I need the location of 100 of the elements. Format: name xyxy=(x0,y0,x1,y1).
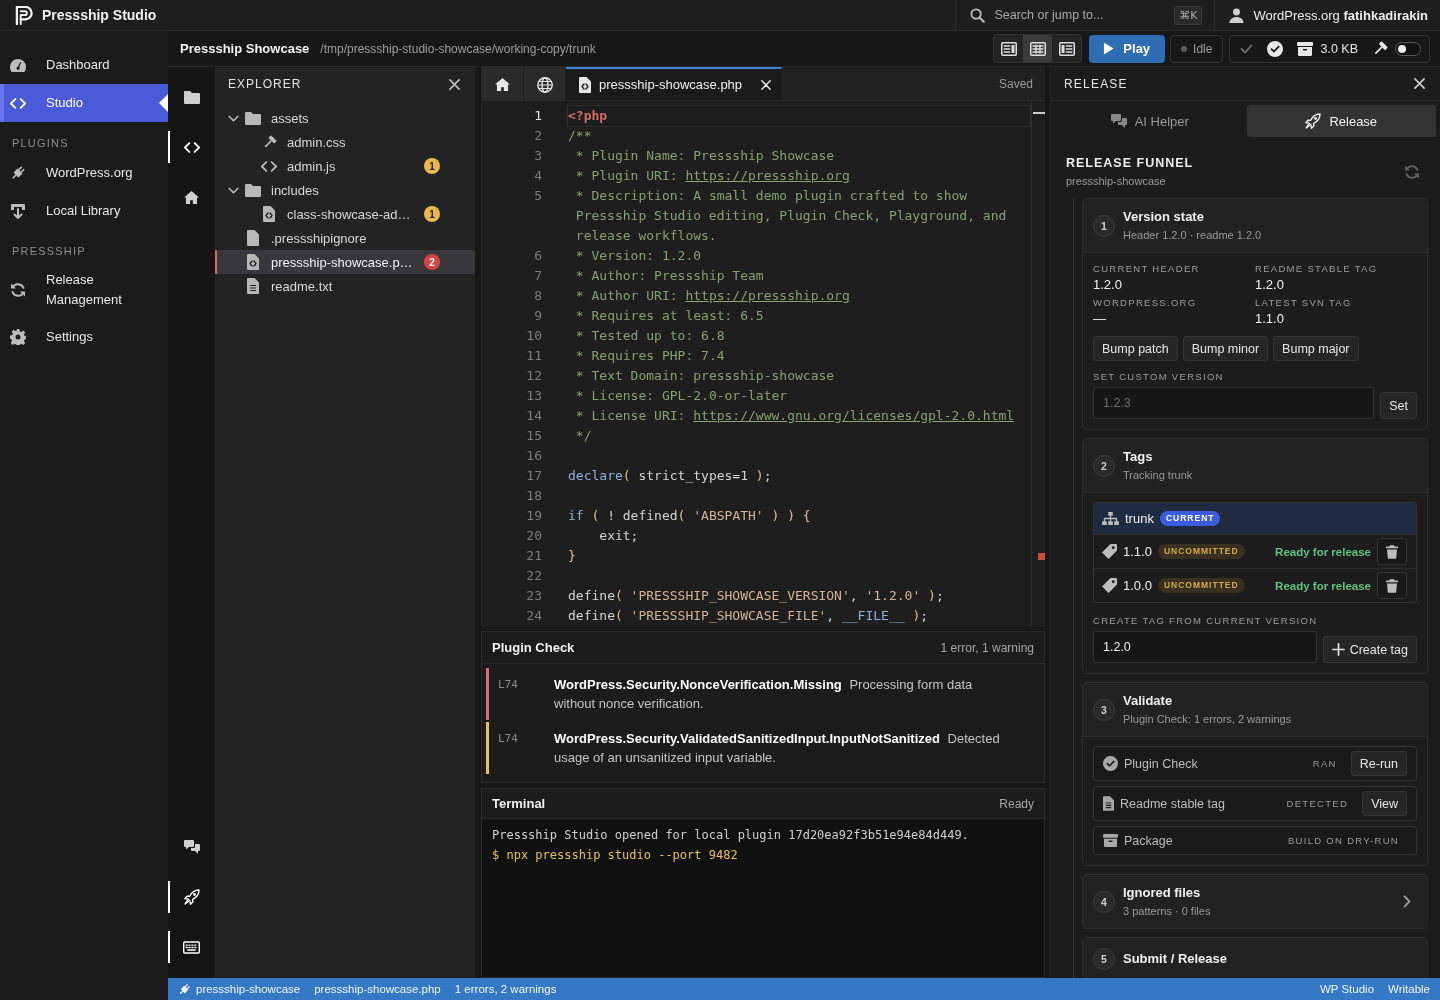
sitemap-icon xyxy=(1102,512,1119,525)
code-line: <?php xyxy=(568,106,1030,126)
code-link[interactable]: https://www.gnu.org/licenses/gpl-2.0.html xyxy=(693,408,1015,423)
code-line: * Version: 1.2.0 xyxy=(574,247,703,265)
file-code-icon xyxy=(247,254,259,270)
folder-icon xyxy=(245,111,261,125)
code-line: /** xyxy=(568,127,593,145)
hammer-icon[interactable] xyxy=(1372,40,1388,57)
line-number: 8 xyxy=(533,287,542,305)
search-field[interactable]: Search or jump to... xyxy=(994,8,1166,22)
file-code-icon xyxy=(579,76,591,93)
step-title: Ignored files xyxy=(1123,885,1202,901)
square-marker-icon xyxy=(1038,553,1045,560)
tree-item[interactable]: admin.js 1 xyxy=(215,154,475,178)
status-item: pressship-showcase.php xyxy=(314,983,441,995)
nav-item[interactable]: Studio xyxy=(0,84,168,122)
line-number: 3 xyxy=(533,147,542,165)
plug-icon xyxy=(10,165,26,181)
toggle-switch[interactable] xyxy=(1395,41,1421,56)
code-line: * Tested up to: 6.8 xyxy=(574,327,726,345)
line-number: 7 xyxy=(533,267,542,285)
check-status: DETECTED xyxy=(1286,798,1349,809)
create-tag-button[interactable]: Create tag xyxy=(1322,636,1417,663)
file-lines-icon xyxy=(1103,796,1114,811)
check-label: Plugin Check xyxy=(1124,756,1198,771)
tree-item[interactable]: readme.txt xyxy=(215,274,475,298)
field-label: SET CUSTOM VERSION xyxy=(1093,370,1225,384)
line-number: 14 xyxy=(525,407,542,425)
count-badge: 1 xyxy=(424,158,440,174)
tag-field[interactable]: 1.2.0 xyxy=(1093,631,1317,663)
line-number: 16 xyxy=(525,447,542,465)
shortcut-key: ⌘K xyxy=(1174,5,1203,25)
code-link[interactable]: https://pressship.org xyxy=(685,168,850,183)
tag-row[interactable]: trunk CURRENT xyxy=(1094,503,1416,534)
account-button[interactable]: WordPress.org fatihkadirakin xyxy=(1215,0,1440,31)
tree-item[interactable]: assets xyxy=(215,106,475,130)
code-line: define( 'PRESSSHIP_SHOWCASE_FILE', __FILE__ ); xyxy=(568,607,930,625)
close-button[interactable] xyxy=(1411,75,1427,92)
code-line: * Author URI: https://pressship.org xyxy=(574,287,851,305)
layout-icon xyxy=(1058,41,1075,56)
action-button[interactable]: Re-run xyxy=(1350,751,1407,776)
line-number: 21 xyxy=(525,547,542,565)
line-number: 17 xyxy=(525,467,542,485)
action-button[interactable]: View xyxy=(1362,791,1407,816)
close-button[interactable] xyxy=(761,79,771,90)
set-button[interactable]: Set xyxy=(1380,392,1417,419)
bump-button[interactable]: Bump minor xyxy=(1182,336,1269,361)
tree-item[interactable]: class-showcase-ad… 1 xyxy=(215,202,475,226)
step-subtitle: 3 patterns · 0 files xyxy=(1123,904,1212,918)
editor-tab[interactable] xyxy=(524,67,566,100)
tag-row[interactable]: 1.0.0 UNCOMMITTED Ready for release xyxy=(1094,568,1416,602)
line-reference: L74 xyxy=(498,677,519,693)
tree-item[interactable]: pressship-showcase.p… 2 xyxy=(215,250,475,274)
tree-item[interactable]: .pressshipignore xyxy=(215,226,475,250)
nav-item[interactable]: WordPress.org xyxy=(0,154,168,192)
step-number: 1 xyxy=(1093,214,1115,237)
sync-icon xyxy=(10,282,26,298)
nav-item[interactable]: Release Management xyxy=(0,262,168,318)
code-link[interactable]: https://pressship.org xyxy=(685,288,850,303)
nav-item[interactable]: Local Library xyxy=(0,192,168,230)
bump-button[interactable]: Bump patch xyxy=(1093,336,1178,361)
editor-tab[interactable] xyxy=(482,67,524,100)
home-icon xyxy=(495,78,510,91)
panel-tab[interactable]: Release xyxy=(1246,105,1436,137)
status-item: WP Studio xyxy=(1319,983,1375,995)
nav-item[interactable]: Dashboard xyxy=(0,46,168,84)
line-number: 20 xyxy=(525,527,542,545)
panel-tab[interactable]: AI Helper xyxy=(1055,105,1245,137)
code-line: * Author: Pressship Team xyxy=(574,267,765,285)
layout-button[interactable] xyxy=(1023,35,1053,62)
tree-item[interactable]: admin.css xyxy=(215,130,475,154)
check-icon[interactable] xyxy=(1240,43,1254,54)
status-dot-icon xyxy=(1181,45,1188,52)
count-badge: 2 xyxy=(424,254,440,270)
plug-icon xyxy=(178,982,191,996)
delete-button[interactable] xyxy=(1377,538,1407,565)
logo-icon xyxy=(15,5,34,25)
line-number: 15 xyxy=(525,427,542,445)
release-status: Ready for release xyxy=(1275,545,1371,558)
close-button[interactable] xyxy=(446,76,462,92)
code-line: * Description: A small demo plugin crafted to show Pressship Studio editing, Plugin Check, Playground, and release workflows. xyxy=(574,187,1008,245)
editor-tab[interactable]: pressship-showcase.php xyxy=(566,67,782,100)
delete-button[interactable] xyxy=(1377,572,1407,599)
refresh-icon[interactable] xyxy=(1404,163,1420,180)
play-icon xyxy=(1103,42,1115,55)
terminal-status: Ready xyxy=(999,796,1034,811)
bump-button[interactable]: Bump major xyxy=(1273,336,1359,361)
tree-item[interactable]: includes xyxy=(215,178,475,202)
nav-item[interactable]: Settings xyxy=(0,318,168,356)
field-label: LATEST SVN TAG xyxy=(1255,296,1353,310)
field-value: 1.2.0 xyxy=(1093,276,1123,293)
tag-row[interactable]: 1.1.0 UNCOMMITTED Ready for release xyxy=(1094,534,1416,568)
play-button[interactable]: Play xyxy=(1089,34,1166,63)
code-line: define( 'PRESSSHIP_SHOWCASE_VERSION', '1.2.0' ); xyxy=(568,587,945,605)
save-status: Saved xyxy=(998,76,1034,91)
count-badge: 1 xyxy=(424,206,440,222)
step-subtitle: Tracking trunk xyxy=(1123,468,1194,482)
version-field[interactable]: 1.2.3 xyxy=(1093,387,1375,419)
line-number: 9 xyxy=(533,307,542,325)
status-item: Writable xyxy=(1388,983,1430,995)
